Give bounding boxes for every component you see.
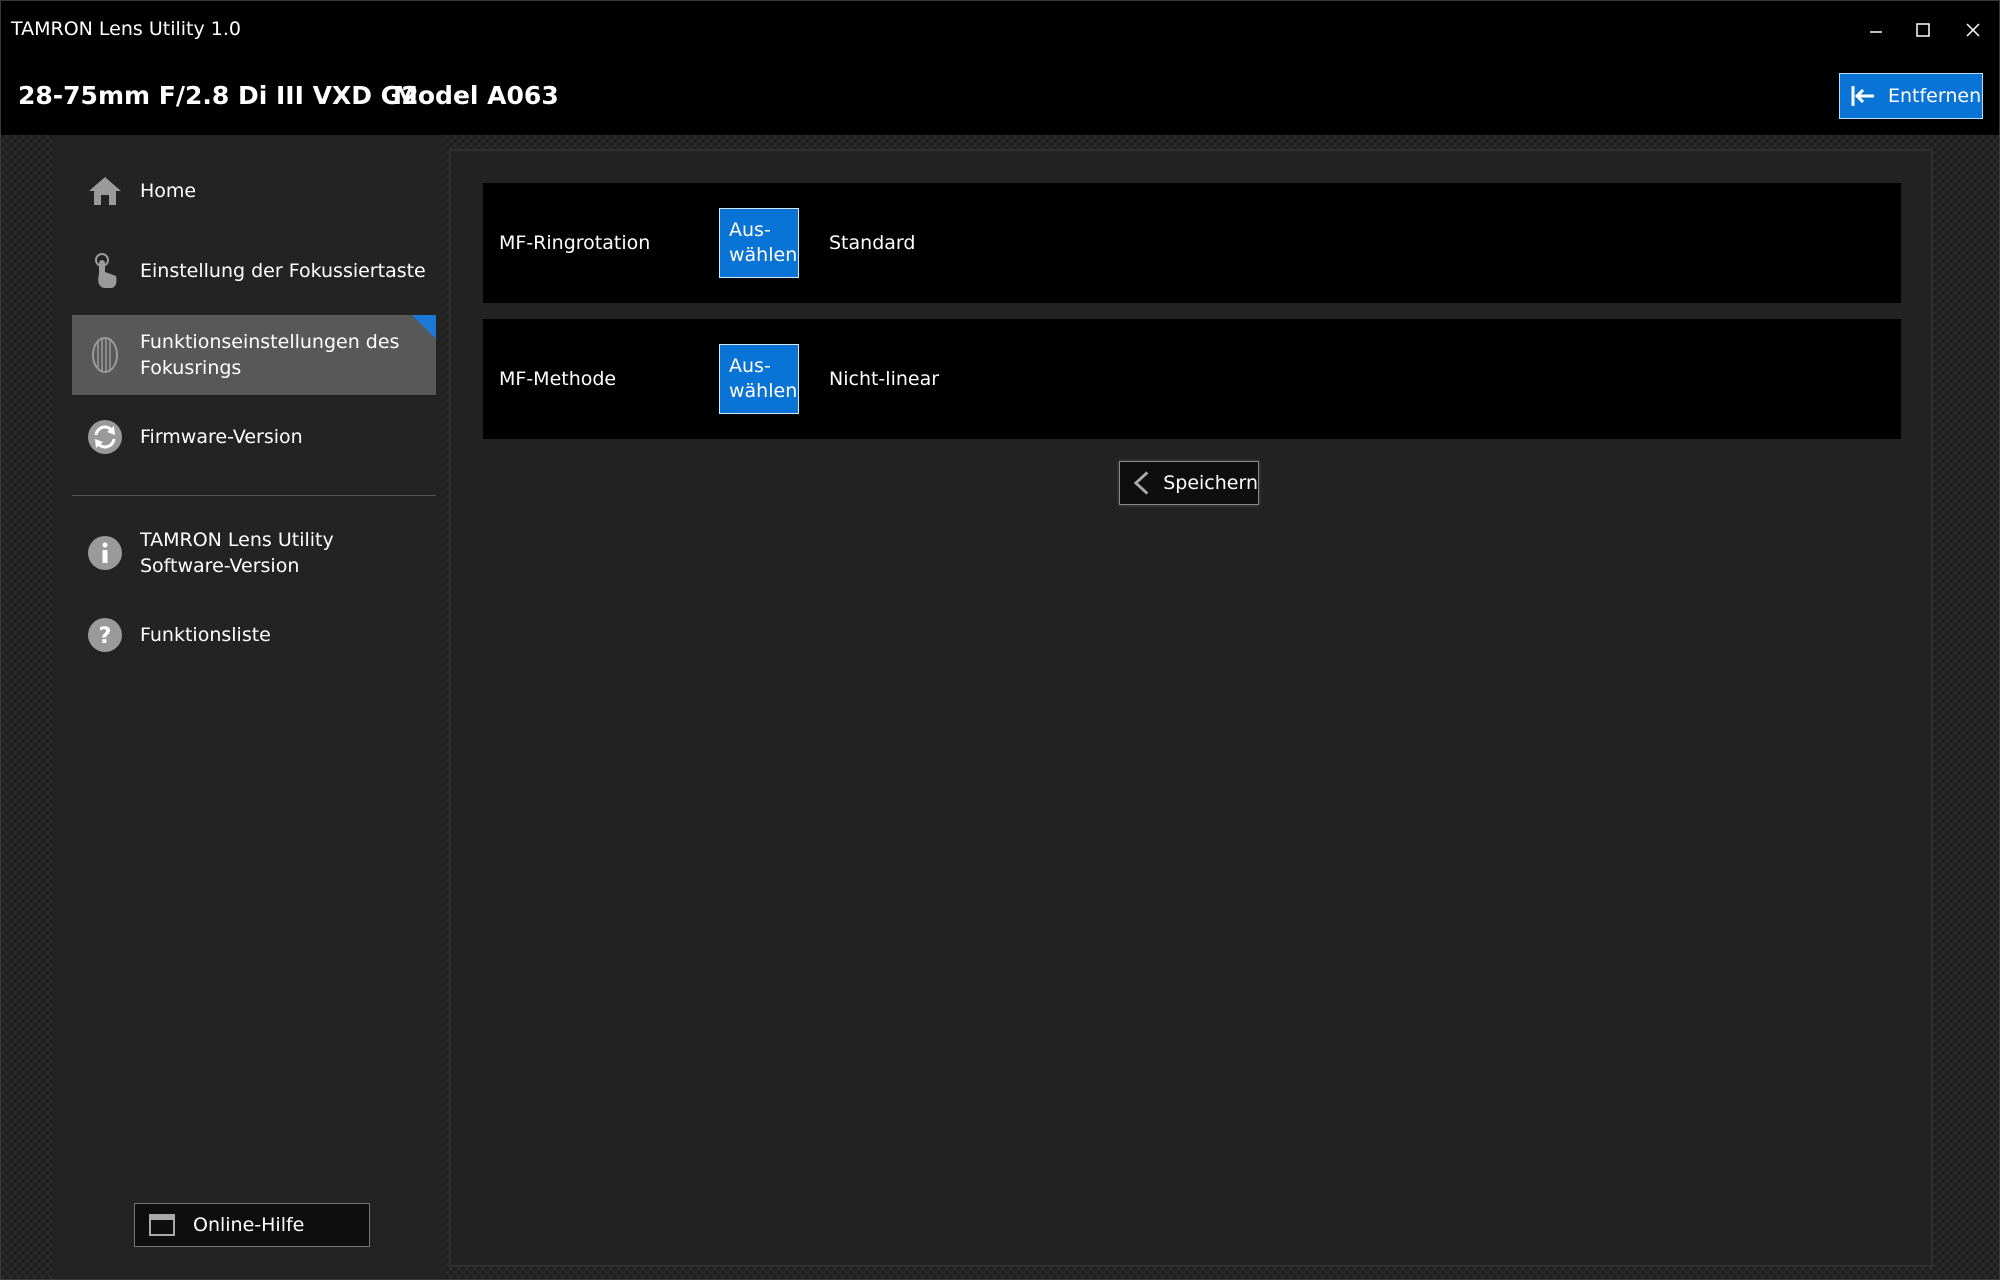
setting-row-mf-ringrotation: MF-Ringrotation Aus- wählen Standard	[483, 183, 1901, 303]
window-title: TAMRON Lens Utility 1.0	[11, 18, 241, 40]
sidebar-divider	[72, 495, 436, 496]
minimize-button[interactable]	[1854, 11, 1898, 49]
exit-arrow-icon	[1851, 86, 1874, 106]
setting-row-mf-methode: MF-Methode Aus- wählen Nicht-linear	[483, 319, 1901, 439]
online-help-button[interactable]: Online-Hilfe	[134, 1203, 370, 1247]
online-help-label: Online-Hilfe	[193, 1214, 305, 1236]
lens-header: 28-75mm F/2.8 Di III VXD G2 Model A063	[1, 59, 1999, 135]
help-icon: ?	[86, 616, 124, 654]
minimize-icon	[1870, 31, 1882, 33]
home-icon	[86, 172, 124, 210]
svg-text:?: ?	[99, 624, 112, 649]
sidebar: Home Einstellung der Fokussiertaste Funk…	[54, 135, 444, 1279]
active-indicator	[412, 315, 436, 339]
sidebar-item-label: TAMRON Lens Utility Software-Version	[140, 527, 334, 579]
sidebar-item-label: Home	[140, 180, 197, 202]
sidebar-item-label-line1: Funktionseinstellungen des	[140, 331, 400, 353]
info-icon	[86, 534, 124, 572]
focus-ring-icon	[86, 336, 124, 374]
sidebar-item-firmware[interactable]: Firmware-Version	[72, 397, 436, 477]
save-button[interactable]: Speichern	[1119, 461, 1259, 505]
browser-window-icon	[149, 1214, 175, 1236]
select-button[interactable]: Aus- wählen	[719, 344, 799, 414]
close-button[interactable]	[1951, 11, 1995, 49]
setting-label: MF-Ringrotation	[499, 232, 651, 254]
main-panel: MF-Ringrotation Aus- wählen Standard MF-…	[449, 149, 1933, 1267]
maximize-icon	[1916, 23, 1930, 37]
lens-name: 28-75mm F/2.8 Di III VXD G2	[18, 81, 419, 110]
sidebar-item-label-line1: TAMRON Lens Utility	[140, 529, 334, 551]
select-button[interactable]: Aus- wählen	[719, 208, 799, 278]
sidebar-item-label-line2: Fokusrings	[140, 357, 242, 379]
sidebar-item-focus-button[interactable]: Einstellung der Fokussiertaste	[72, 231, 436, 311]
chevron-left-icon	[1133, 471, 1149, 495]
sidebar-item-home[interactable]: Home	[72, 151, 436, 231]
sidebar-item-label: Einstellung der Fokussiertaste	[140, 260, 426, 282]
close-icon	[1966, 23, 1980, 37]
sidebar-item-label: Funktionseinstellungen des Fokusrings	[140, 329, 399, 381]
sidebar-item-label-line2: Software-Version	[140, 555, 300, 577]
setting-label: MF-Methode	[499, 368, 617, 390]
select-button-line1: Aus-	[729, 355, 771, 377]
title-bar: TAMRON Lens Utility 1.0	[1, 1, 1999, 59]
setting-value: Nicht-linear	[829, 368, 940, 390]
lens-model: Model A063	[393, 81, 559, 110]
select-button-line2: wählen	[729, 244, 798, 266]
setting-value: Standard	[829, 232, 916, 254]
sidebar-item-software-version[interactable]: TAMRON Lens Utility Software-Version	[72, 513, 436, 593]
sidebar-item-label: Funktionsliste	[140, 624, 271, 646]
maximize-button[interactable]	[1901, 11, 1945, 49]
save-button-label: Speichern	[1163, 472, 1258, 494]
refresh-icon	[86, 418, 124, 456]
sidebar-item-label: Firmware-Version	[140, 426, 303, 448]
remove-button[interactable]: Entfernen	[1839, 73, 1983, 119]
sidebar-item-function-list[interactable]: ? Funktionsliste	[72, 595, 436, 675]
touch-hand-icon	[86, 252, 124, 290]
remove-button-label: Entfernen	[1888, 85, 1982, 107]
select-button-line2: wählen	[729, 380, 798, 402]
app-window: TAMRON Lens Utility 1.0 28-75mm F/2.8 Di…	[0, 0, 2000, 1280]
select-button-line1: Aus-	[729, 219, 771, 241]
sidebar-item-focus-ring[interactable]: Funktionseinstellungen des Fokusrings	[72, 315, 436, 395]
